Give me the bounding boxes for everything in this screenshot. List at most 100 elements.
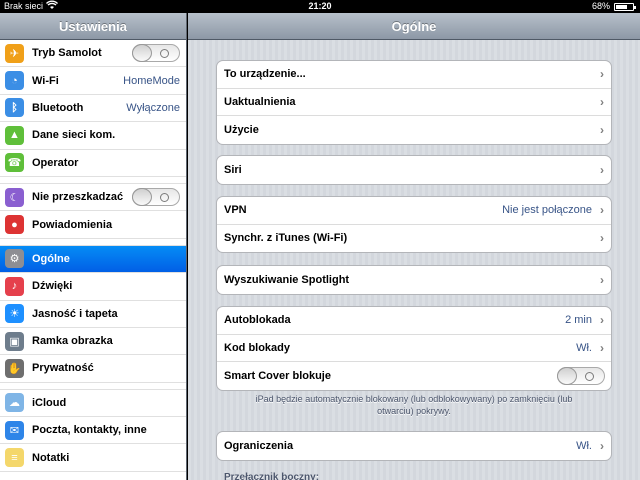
chevron-right-icon: › xyxy=(600,313,604,328)
sidebar-item-label: Dźwięki xyxy=(32,280,73,293)
sidebar-item-cellular[interactable]: ▲ Dane sieci kom. xyxy=(0,122,186,150)
sidebar-item-moon[interactable]: ☾ Nie przeszkadzać xyxy=(0,183,186,212)
cell-label: Autoblokada xyxy=(224,314,291,327)
cell-label: Kod blokady xyxy=(224,341,291,354)
sidebar-item-label: Operator xyxy=(32,156,79,169)
settings-group: Siri › xyxy=(216,155,612,185)
cell-label: Synchr. z iTunes (Wi-Fi) xyxy=(224,232,348,245)
battery-icon xyxy=(614,3,636,11)
sidebar-item-phone[interactable]: ☎ Operator xyxy=(0,149,186,177)
sidebar-item-label: Ramka obrazka xyxy=(32,335,113,348)
cell-label: Siri xyxy=(224,163,242,176)
sidebar-item-label: Prywatność xyxy=(32,362,94,375)
airplane-icon: ✈ xyxy=(5,43,24,63)
sidebar-item-label: Notatki xyxy=(32,451,70,464)
chevron-right-icon: › xyxy=(600,67,604,82)
sidebar-item-label: Powiadomienia xyxy=(32,218,113,231)
sidebar-item-label: Nie przeszkadzać xyxy=(32,191,124,204)
cell-label: Wyszukiwanie Spotlight xyxy=(224,273,350,286)
cell-label: To urządzenie... xyxy=(224,68,306,81)
settings-cell[interactable]: To urządzenie... › xyxy=(217,61,611,89)
chevron-right-icon: › xyxy=(600,438,604,453)
cell-label: Użycie xyxy=(224,123,259,136)
sidebar-item-label: Bluetooth xyxy=(32,101,84,114)
sidebar-item-label: Wi-Fi xyxy=(32,74,59,87)
sidebar-item-label: Ogólne xyxy=(32,252,70,265)
battery-percent: 68% xyxy=(591,1,610,11)
sidebar-title: Ustawienia xyxy=(0,13,186,40)
cell-label: VPN xyxy=(224,204,247,217)
sidebar-item-label: Poczta, kontakty, inne xyxy=(32,424,147,437)
settings-cell[interactable]: VPN Nie jest połączone › xyxy=(217,197,611,225)
sidebar-item-mail[interactable]: ✉ Poczta, kontakty, inne xyxy=(0,417,186,445)
brightness-icon: ☀ xyxy=(5,304,24,324)
sidebar-item-notes[interactable]: ≡ Notatki xyxy=(0,444,186,472)
settings-cell[interactable]: Ograniczenia Wł. › xyxy=(217,432,611,460)
cell-value: Nie jest połączone xyxy=(502,204,592,217)
settings-group: VPN Nie jest połączone › Synchr. z iTunes (… xyxy=(216,196,612,253)
sidebar-item-value: Wyłączone xyxy=(126,101,180,114)
moon-icon: ☾ xyxy=(5,187,24,207)
settings-cell[interactable]: Uaktualnienia › xyxy=(217,89,611,116)
settings-group: Wyszukiwanie Spotlight › xyxy=(216,265,612,295)
mail-icon: ✉ xyxy=(5,420,24,440)
bluetooth-icon: ᛒ xyxy=(5,98,24,118)
sidebar-item-hand[interactable]: ✋ Prywatność xyxy=(0,355,186,383)
settings-sidebar: Ustawienia ✈ Tryb Samolot ◔ Wi-Fi HomeMode ᛒ B… xyxy=(0,13,187,480)
sidebar-item-picture-frame[interactable]: ▣ Ramka obrazka xyxy=(0,327,186,356)
smart-cover-toggle[interactable] xyxy=(557,366,605,385)
wifi-icon: ◔ xyxy=(5,71,24,91)
sidebar-item-label: Jasność i tapeta xyxy=(32,307,118,320)
settings-group: Autoblokada 2 min › Kod blokady Wł. › Smart Co… xyxy=(216,306,612,391)
toggle-switch[interactable] xyxy=(132,44,180,63)
off-indicator-icon xyxy=(160,193,169,203)
cell-label: Uaktualnienia xyxy=(224,95,296,108)
toggle-thumb xyxy=(557,366,577,385)
sidebar-section-gap xyxy=(0,238,186,246)
sidebar-item-brightness[interactable]: ☀ Jasność i tapeta xyxy=(0,300,186,328)
off-indicator-icon xyxy=(160,49,169,59)
sidebar-item-gear[interactable]: ⚙ Ogólne xyxy=(0,245,186,274)
cell-value: Wł. xyxy=(576,439,592,452)
icloud-icon: ☁ xyxy=(5,393,24,413)
side-switch-header: Przełącznik boczny: xyxy=(224,472,320,480)
cell-value: Wł. xyxy=(576,341,592,354)
page-title: Ogólne xyxy=(188,13,640,40)
chevron-right-icon: › xyxy=(600,162,604,177)
settings-cell[interactable]: Wyszukiwanie Spotlight › xyxy=(217,266,611,294)
sidebar-item-wifi[interactable]: ◔ Wi-Fi HomeMode xyxy=(0,67,186,95)
settings-cell[interactable]: Kod blokady Wł. › xyxy=(217,335,611,362)
sounds-icon: ♪ xyxy=(5,276,24,296)
sidebar-item-airplane[interactable]: ✈ Tryb Samolot xyxy=(0,40,186,68)
toggle-switch[interactable] xyxy=(132,188,180,207)
settings-cell[interactable]: Użycie › xyxy=(217,116,611,144)
sidebar-item-sounds[interactable]: ♪ Dźwięki xyxy=(0,273,186,301)
settings-group: Ograniczenia Wł. › xyxy=(216,431,612,461)
clock: 21:20 xyxy=(308,1,332,11)
sidebar-item-value: HomeMode xyxy=(123,74,180,87)
toggle-thumb xyxy=(132,188,152,207)
settings-cell[interactable]: Synchr. z iTunes (Wi-Fi) › xyxy=(217,225,611,253)
status-bar: Brak sieci 21:20 68% xyxy=(0,0,640,13)
sidebar-section-gap xyxy=(0,176,186,184)
settings-group: To urządzenie... › Uaktualnienia › Użycie › xyxy=(216,60,612,145)
sidebar-item-label: Tryb Samolot xyxy=(32,47,102,60)
general-settings-pane: Ogólne To urządzenie... › Uaktualnienia › Uż… xyxy=(188,13,640,480)
off-indicator-icon xyxy=(585,371,594,381)
picture-frame-icon: ▣ xyxy=(5,331,24,351)
sidebar-item-icloud[interactable]: ☁ iCloud xyxy=(0,389,186,418)
cell-label: Smart Cover blokuje xyxy=(224,369,331,382)
chevron-right-icon: › xyxy=(600,94,604,109)
cell-value: 2 min xyxy=(565,314,592,327)
sidebar-item-notifications[interactable]: ● Powiadomienia xyxy=(0,211,186,239)
cell-label: Ograniczenia xyxy=(224,439,294,452)
settings-cell[interactable]: Autoblokada 2 min › xyxy=(217,307,611,335)
settings-cell[interactable]: Siri › xyxy=(217,156,611,184)
sidebar-item-label: iCloud xyxy=(32,396,67,409)
smart-cover-footnote: iPad będzie automatycznie blokowany (lub… xyxy=(255,394,573,416)
toggle-thumb xyxy=(132,44,152,63)
chevron-right-icon: › xyxy=(600,272,604,287)
settings-cell[interactable]: Smart Cover blokuje xyxy=(217,362,611,390)
sidebar-item-bluetooth[interactable]: ᛒ Bluetooth Wyłączone xyxy=(0,94,186,123)
notifications-icon: ● xyxy=(5,215,24,235)
